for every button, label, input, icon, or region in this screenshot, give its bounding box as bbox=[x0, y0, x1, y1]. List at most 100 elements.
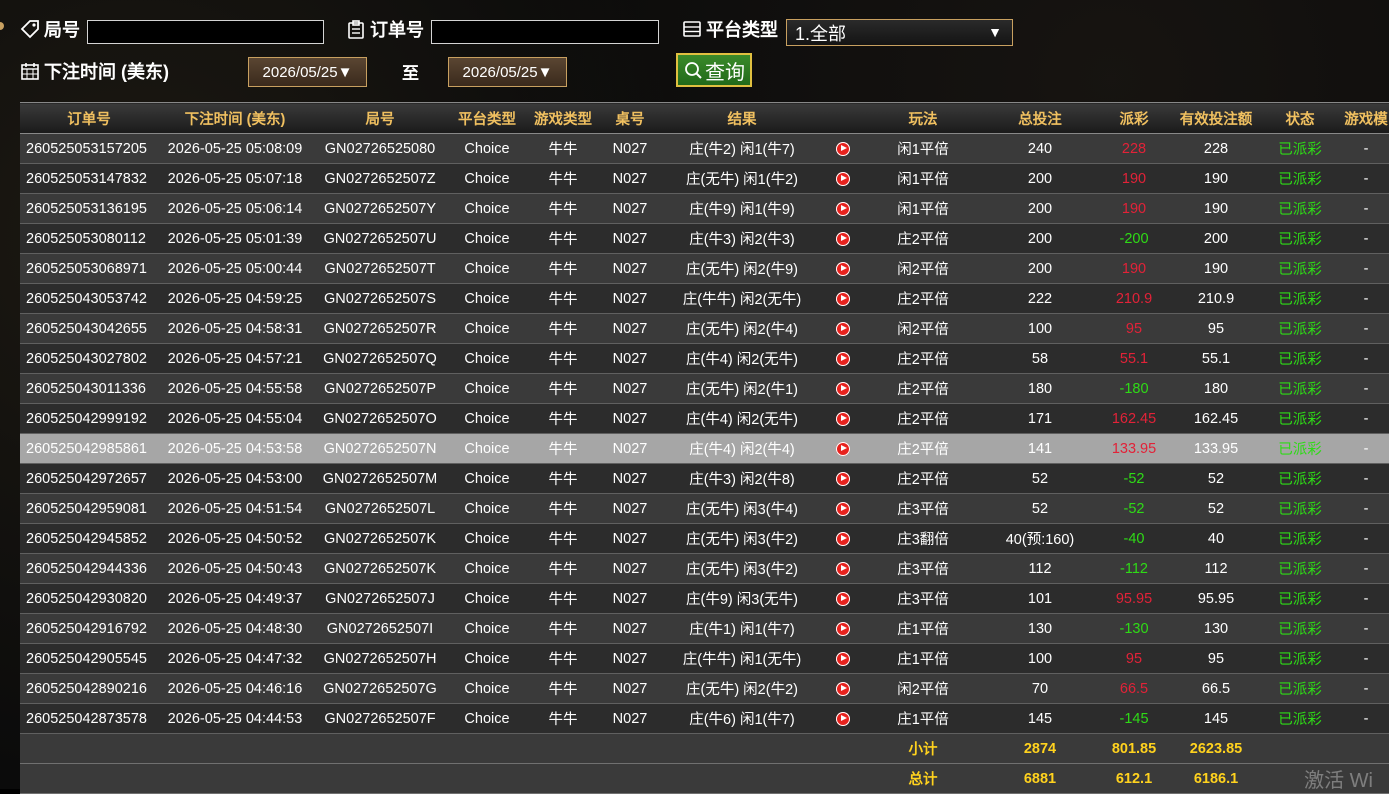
valid-bet-cell: 145 bbox=[1172, 703, 1260, 734]
table-row[interactable]: 260525042905545 2026-05-25 04:47:32 GN0272… bbox=[20, 643, 1389, 674]
replay-cell[interactable] bbox=[824, 403, 862, 434]
total-bet-cell: 52 bbox=[984, 493, 1096, 524]
date-from-picker[interactable]: 2026/05/25▼ bbox=[248, 57, 367, 87]
replay-cell[interactable] bbox=[824, 433, 862, 464]
play-video-icon[interactable] bbox=[836, 711, 850, 726]
table-row[interactable]: 260525053157205 2026-05-25 05:08:09 GN0272… bbox=[20, 133, 1389, 164]
table-row[interactable]: 260525043027802 2026-05-25 04:57:21 GN0272… bbox=[20, 343, 1389, 374]
play-video-icon[interactable] bbox=[836, 471, 850, 486]
replay-cell[interactable] bbox=[824, 193, 862, 224]
game-type-cell: 牛牛 bbox=[526, 253, 600, 284]
col-bet-time: 下注时间 (美东) bbox=[158, 102, 312, 134]
replay-cell[interactable] bbox=[824, 313, 862, 344]
table-row[interactable]: 260525042930820 2026-05-25 04:49:37 GN0272… bbox=[20, 583, 1389, 614]
filter-bar: 局号 订单号 平台类型 1.全部 ▼ 下注时间 (美东) 2026/05/25▼… bbox=[0, 0, 1389, 100]
replay-cell[interactable] bbox=[824, 703, 862, 734]
play-video-icon[interactable] bbox=[836, 291, 850, 306]
play-video-icon[interactable] bbox=[836, 561, 850, 576]
table-row[interactable]: 260525053136195 2026-05-25 05:06:14 GN0272… bbox=[20, 193, 1389, 224]
total-bet-cell: 70 bbox=[984, 673, 1096, 704]
play-video-icon[interactable] bbox=[836, 621, 850, 636]
play-cell: 闲2平倍 bbox=[862, 253, 984, 284]
table-row[interactable]: 260525042944336 2026-05-25 04:50:43 GN0272… bbox=[20, 553, 1389, 584]
play-video-icon[interactable] bbox=[836, 441, 850, 456]
replay-cell[interactable] bbox=[824, 523, 862, 554]
table-row[interactable]: 260525043053742 2026-05-25 04:59:25 GN0272… bbox=[20, 283, 1389, 314]
table-row[interactable]: 260525042916792 2026-05-25 04:48:30 GN0272… bbox=[20, 613, 1389, 644]
play-video-icon[interactable] bbox=[836, 501, 850, 516]
date-to-picker[interactable]: 2026/05/25▼ bbox=[448, 57, 567, 87]
round-cell: GN0272652507K bbox=[312, 553, 448, 584]
table-row[interactable]: 260525042985861 2026-05-25 04:53:58 GN0272… bbox=[20, 433, 1389, 464]
replay-cell[interactable] bbox=[824, 673, 862, 704]
valid-bet-cell: 190 bbox=[1172, 253, 1260, 284]
play-video-icon[interactable] bbox=[836, 231, 850, 246]
replay-cell[interactable] bbox=[824, 163, 862, 194]
payout-cell: -40 bbox=[1096, 523, 1172, 554]
play-video-icon[interactable] bbox=[836, 261, 850, 276]
bet-time-cell: 2026-05-25 04:48:30 bbox=[158, 613, 312, 644]
table-row[interactable]: 260525042972657 2026-05-25 04:53:00 GN0272… bbox=[20, 463, 1389, 494]
table-row[interactable]: 260525043042655 2026-05-25 04:58:31 GN0272… bbox=[20, 313, 1389, 344]
round-input[interactable] bbox=[87, 20, 324, 44]
table-row[interactable]: 260525042873578 2026-05-25 04:44:53 GN0272… bbox=[20, 703, 1389, 734]
table-row[interactable]: 260525042959081 2026-05-25 04:51:54 GN0272… bbox=[20, 493, 1389, 524]
total-payout: 612.1 bbox=[1096, 763, 1172, 794]
replay-cell[interactable] bbox=[824, 253, 862, 284]
order-cell: 260525042916792 bbox=[20, 613, 158, 644]
game-mode-cell: - bbox=[1340, 613, 1389, 644]
play-video-icon[interactable] bbox=[836, 201, 850, 216]
replay-cell[interactable] bbox=[824, 373, 862, 404]
table-row[interactable]: 260525043011336 2026-05-25 04:55:58 GN0272… bbox=[20, 373, 1389, 404]
platform-select[interactable]: 1.全部 ▼ bbox=[786, 19, 1013, 46]
bet-time-cell: 2026-05-25 04:57:21 bbox=[158, 343, 312, 374]
table-no-cell: N027 bbox=[600, 313, 660, 344]
replay-cell[interactable] bbox=[824, 463, 862, 494]
replay-cell[interactable] bbox=[824, 493, 862, 524]
platform-cell: Choice bbox=[448, 193, 526, 224]
table-row[interactable]: 260525042890216 2026-05-25 04:46:16 GN0272… bbox=[20, 673, 1389, 704]
play-video-icon[interactable] bbox=[836, 531, 850, 546]
play-video-icon[interactable] bbox=[836, 351, 850, 366]
total-bet-cell: 200 bbox=[984, 253, 1096, 284]
chevron-down-icon: ▼ bbox=[988, 24, 1002, 40]
status-cell: 已派彩 bbox=[1260, 163, 1340, 194]
result-cell: 庄(牛4) 闲2(无牛) bbox=[660, 403, 824, 434]
play-video-icon[interactable] bbox=[836, 651, 850, 666]
game-type-cell: 牛牛 bbox=[526, 133, 600, 164]
search-icon bbox=[685, 62, 702, 79]
table-row[interactable]: 260525042945852 2026-05-25 04:50:52 GN0272… bbox=[20, 523, 1389, 554]
replay-cell[interactable] bbox=[824, 553, 862, 584]
result-cell: 庄(牛4) 闲2(牛4) bbox=[660, 433, 824, 464]
table-row[interactable]: 260525053147832 2026-05-25 05:07:18 GN0272… bbox=[20, 163, 1389, 194]
valid-bet-cell: 130 bbox=[1172, 613, 1260, 644]
play-video-icon[interactable] bbox=[836, 681, 850, 696]
replay-cell[interactable] bbox=[824, 223, 862, 254]
replay-cell[interactable] bbox=[824, 643, 862, 674]
table-no-cell: N027 bbox=[600, 613, 660, 644]
play-video-icon[interactable] bbox=[836, 141, 850, 156]
replay-cell[interactable] bbox=[824, 583, 862, 614]
status-cell: 已派彩 bbox=[1260, 343, 1340, 374]
replay-cell[interactable] bbox=[824, 343, 862, 374]
payout-cell: -180 bbox=[1096, 373, 1172, 404]
replay-cell[interactable] bbox=[824, 133, 862, 164]
table-row[interactable]: 260525053080112 2026-05-25 05:01:39 GN0272… bbox=[20, 223, 1389, 254]
replay-cell[interactable] bbox=[824, 613, 862, 644]
replay-cell[interactable] bbox=[824, 283, 862, 314]
platform-cell: Choice bbox=[448, 403, 526, 434]
query-button[interactable]: 查询 bbox=[676, 53, 752, 87]
table-row[interactable]: 260525042999192 2026-05-25 04:55:04 GN0272… bbox=[20, 403, 1389, 434]
order-cell: 260525042905545 bbox=[20, 643, 158, 674]
table-row[interactable]: 260525053068971 2026-05-25 05:00:44 GN0272… bbox=[20, 253, 1389, 284]
play-video-icon[interactable] bbox=[836, 321, 850, 336]
play-video-icon[interactable] bbox=[836, 591, 850, 606]
order-input[interactable] bbox=[431, 20, 659, 44]
play-video-icon[interactable] bbox=[836, 381, 850, 396]
total-bet-cell: 180 bbox=[984, 373, 1096, 404]
status-cell: 已派彩 bbox=[1260, 283, 1340, 314]
col-payout: 派彩 bbox=[1096, 102, 1172, 134]
play-video-icon[interactable] bbox=[836, 411, 850, 426]
order-cell: 260525042972657 bbox=[20, 463, 158, 494]
play-video-icon[interactable] bbox=[836, 171, 850, 186]
